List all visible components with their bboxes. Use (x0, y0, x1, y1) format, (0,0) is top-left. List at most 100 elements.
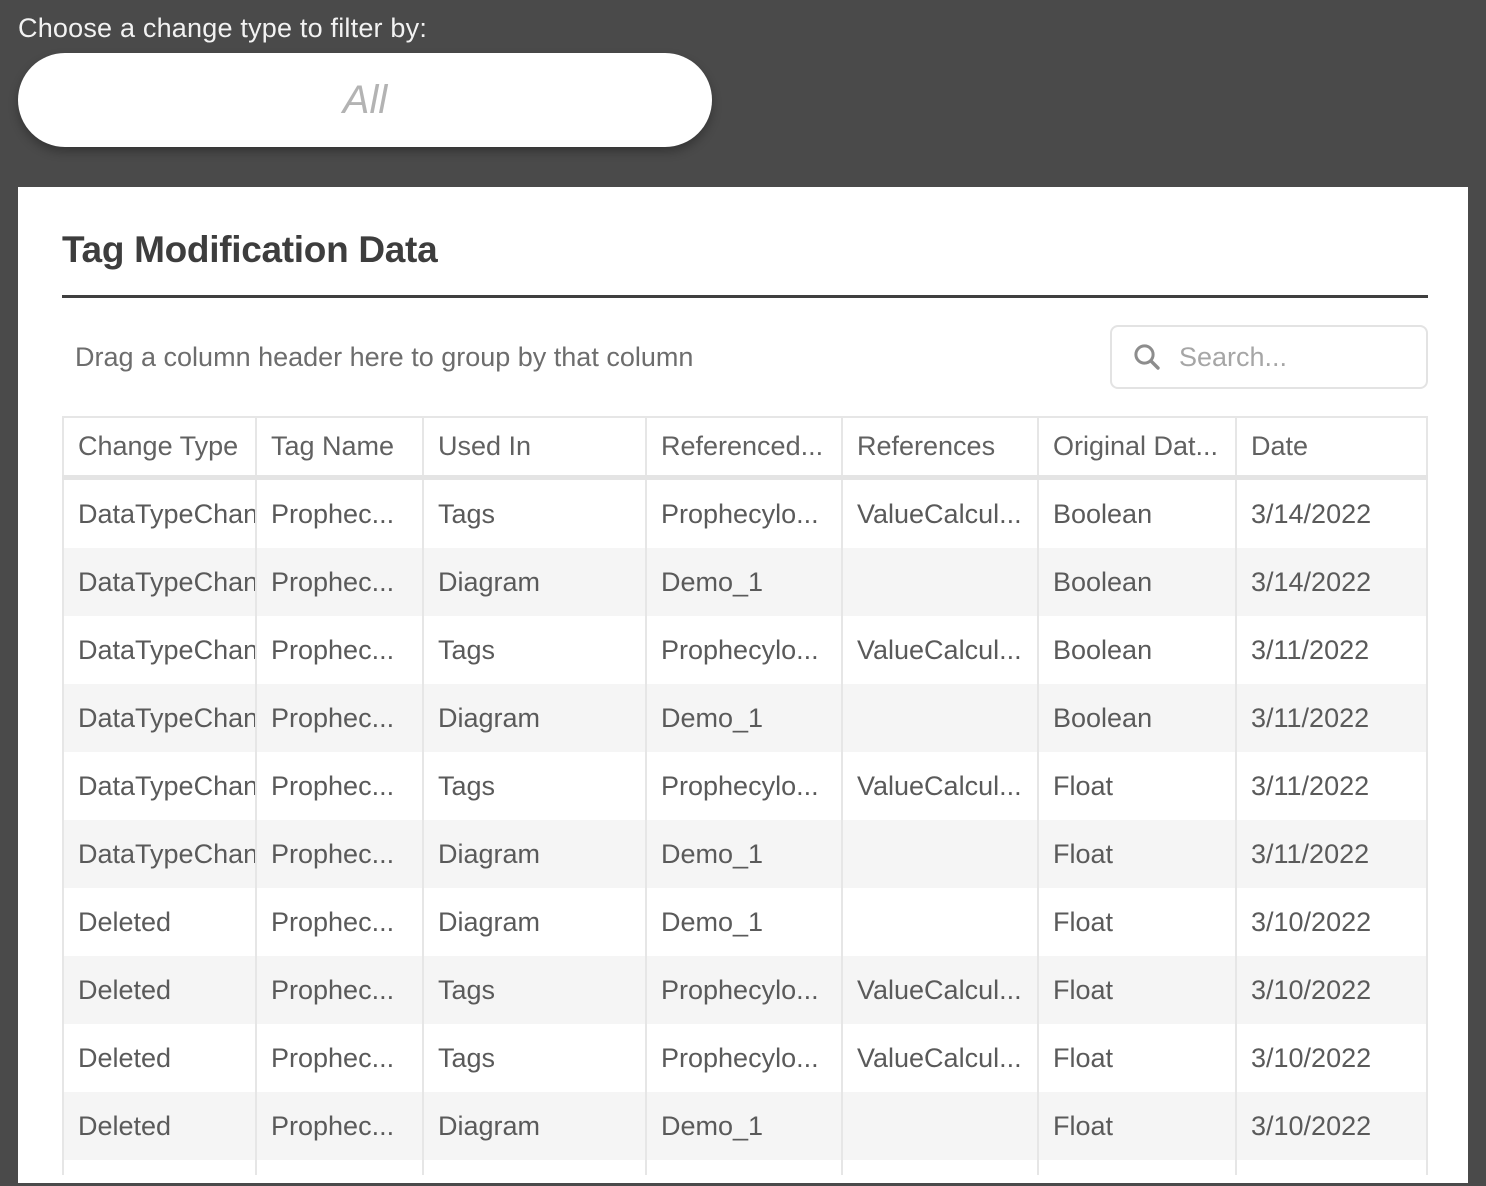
table-cell (843, 820, 1039, 888)
table-cell: Boolean (1039, 616, 1237, 684)
table-cell (1039, 1160, 1237, 1175)
table-header-row: Change TypeTag NameUsed InReferenced...R… (62, 416, 1428, 480)
table-cell: 3/11/2022 (1237, 752, 1428, 820)
table-cell: 3/11/2022 (1237, 684, 1428, 752)
table-row[interactable]: DataTypeChangedProphec...DiagramDemo_1Bo… (62, 684, 1428, 752)
table-cell: Float (1039, 956, 1237, 1024)
table-cell: Diagram (424, 548, 647, 616)
table-cell: Prophec... (257, 956, 424, 1024)
table-cell: DataTypeChanged (62, 684, 257, 752)
table-cell: 3/14/2022 (1237, 548, 1428, 616)
table-cell: Float (1039, 820, 1237, 888)
table-cell (843, 1092, 1039, 1160)
table-row[interactable]: DataTypeChangedProphec...DiagramDemo_1Fl… (62, 820, 1428, 888)
table-cell: DataTypeChanged (62, 548, 257, 616)
table-cell: Deleted (62, 888, 257, 956)
table-cell (1237, 1160, 1428, 1175)
table-cell: 3/14/2022 (1237, 480, 1428, 548)
column-header[interactable]: References (843, 418, 1039, 475)
table-cell: Prophec... (257, 820, 424, 888)
table-row[interactable]: DataTypeChangedProphec...TagsProphecylo.… (62, 752, 1428, 820)
table-cell: Prophecylo... (647, 480, 843, 548)
table-cell: 3/10/2022 (1237, 1092, 1428, 1160)
table-cell: Float (1039, 752, 1237, 820)
table-row[interactable]: DataTypeChangedProphec...TagsProphecylo.… (62, 616, 1428, 684)
table-row[interactable]: DataTypeChangedProphec...TagsProphecylo.… (62, 480, 1428, 548)
table-row[interactable]: DataTypeChangedProphec...DiagramDemo_1 Bo… (62, 548, 1428, 616)
table-cell (647, 1160, 843, 1175)
table-row[interactable]: DeletedProphec...DiagramDemo_1Float3/10/… (62, 888, 1428, 956)
table-cell: Demo_1 (647, 888, 843, 956)
search-icon (1132, 342, 1162, 372)
table-cell: Demo_1 (647, 684, 843, 752)
table-cell: Prophecylo... (647, 1024, 843, 1092)
table-cell: Prophec... (257, 1092, 424, 1160)
column-header[interactable]: Original Dat... (1039, 418, 1237, 475)
table-cell (62, 1160, 257, 1175)
table-cell: Prophec... (257, 888, 424, 956)
table-cell: Demo_1 (647, 1092, 843, 1160)
table-cell: 3/10/2022 (1237, 888, 1428, 956)
table-cell: Prophec... (257, 752, 424, 820)
column-header[interactable]: Date (1237, 418, 1428, 475)
table-cell: Tags (424, 480, 647, 548)
table-cell: 3/10/2022 (1237, 956, 1428, 1024)
table-cell (843, 548, 1039, 616)
table-cell: DataTypeChanged (62, 480, 257, 548)
table-cell: Boolean (1039, 684, 1237, 752)
tag-modification-grid: Change TypeTag NameUsed InReferenced...R… (62, 416, 1428, 1175)
table-row[interactable]: DeletedProphec...DiagramDemo_1 Float3/10/… (62, 1092, 1428, 1160)
table-cell: Tags (424, 956, 647, 1024)
table-cell: Boolean (1039, 480, 1237, 548)
filter-section: Choose a change type to filter by: (0, 0, 1486, 147)
table-cell: Prophecylo... (647, 956, 843, 1024)
column-header[interactable]: Referenced... (647, 418, 843, 475)
table-cell: Prophecylo... (647, 616, 843, 684)
table-cell: Prophec... (257, 548, 424, 616)
change-type-dropdown[interactable] (18, 53, 712, 147)
table-cell: 3/11/2022 (1237, 820, 1428, 888)
table-cell: Diagram (424, 1092, 647, 1160)
table-cell (843, 1160, 1039, 1175)
table-cell: Float (1039, 1024, 1237, 1092)
table-row[interactable]: DeletedProphec...TagsProphecylo...ValueC… (62, 956, 1428, 1024)
search-input[interactable]: Search... (1179, 342, 1287, 373)
table-cell: Tags (424, 616, 647, 684)
change-type-dropdown-input[interactable] (18, 53, 712, 147)
table-cell: Demo_1 (647, 820, 843, 888)
grid-toolbar: Drag a column header here to group by th… (62, 325, 1428, 389)
table-cell: Prophecylo... (647, 752, 843, 820)
table-cell: Demo_1 (647, 548, 843, 616)
table-cell: Prophec... (257, 616, 424, 684)
panel-title: Tag Modification Data (62, 187, 1428, 271)
table-cell: ValueCalcul... (843, 752, 1039, 820)
table-cell: Deleted (62, 1092, 257, 1160)
table-row[interactable]: DeletedProphec...TagsProphecylo...ValueC… (62, 1024, 1428, 1092)
table-cell (257, 1160, 424, 1175)
table-cell: Deleted (62, 956, 257, 1024)
table-cell: ValueCalcul... (843, 480, 1039, 548)
column-header[interactable]: Tag Name (257, 418, 424, 475)
table-cell: 3/11/2022 (1237, 616, 1428, 684)
table-cell: Float (1039, 888, 1237, 956)
table-cell: Prophec... (257, 684, 424, 752)
column-header[interactable]: Change Type (62, 418, 257, 475)
table-cell: Prophec... (257, 480, 424, 548)
table-cell: Diagram (424, 820, 647, 888)
table-cell: ValueCalcul... (843, 956, 1039, 1024)
table-cell: Deleted (62, 1024, 257, 1092)
title-divider (62, 295, 1428, 298)
table-row-partial[interactable] (62, 1160, 1428, 1175)
column-header[interactable]: Used In (424, 418, 647, 475)
table-cell: Tags (424, 752, 647, 820)
table-cell: ValueCalcul... (843, 1024, 1039, 1092)
search-box[interactable]: Search... (1110, 325, 1428, 389)
group-by-drop-area[interactable]: Drag a column header here to group by th… (62, 342, 693, 373)
table-cell (843, 888, 1039, 956)
table-cell: Tags (424, 1024, 647, 1092)
table-cell: ValueCalcul... (843, 616, 1039, 684)
table-cell: DataTypeChanged (62, 616, 257, 684)
table-cell: Boolean (1039, 548, 1237, 616)
table-cell: Float (1039, 1092, 1237, 1160)
table-cell: DataTypeChanged (62, 752, 257, 820)
